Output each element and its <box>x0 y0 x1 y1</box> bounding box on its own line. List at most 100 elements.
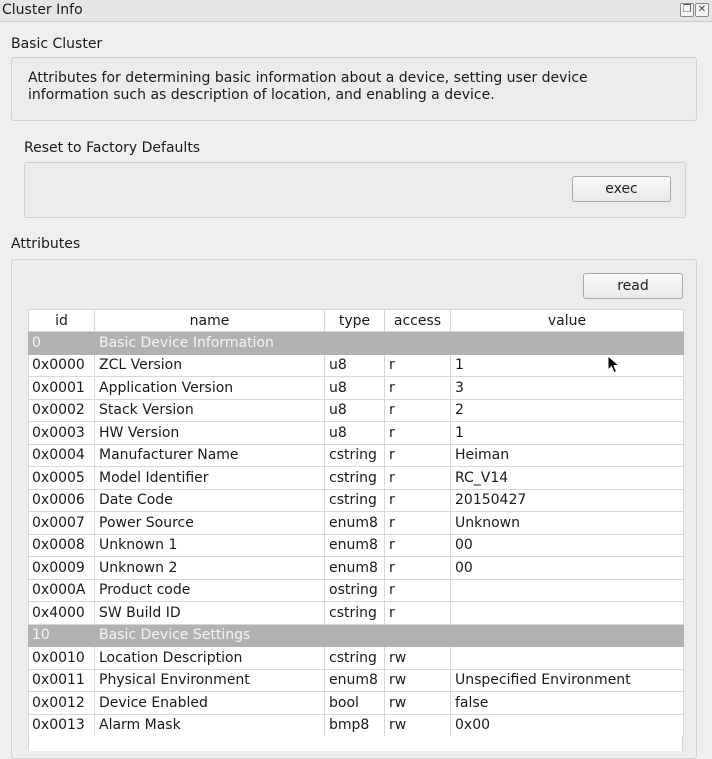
group-row[interactable]: 0 Basic Device Information <box>28 331 684 355</box>
group-row[interactable]: 10 Basic Device Settings <box>28 623 684 647</box>
float-icon[interactable]: ❐ <box>680 3 694 17</box>
attributes-label: Attributes <box>11 236 81 252</box>
table-row[interactable]: 0x0010 Location Description cstring rw <box>28 646 684 670</box>
type-cell: cstring <box>324 466 385 490</box>
table-row[interactable]: 0x0006 Date Code cstring r 20150427 <box>28 488 684 512</box>
name-cell: Stack Version <box>94 398 325 422</box>
type-cell: enum8 <box>324 668 385 692</box>
table-row[interactable]: 0x0004 Manufacturer Name cstring r Heiman <box>28 443 684 467</box>
column-header-access[interactable]: access <box>384 309 451 332</box>
access-cell: r <box>384 376 451 400</box>
access-cell: rw <box>384 713 451 737</box>
id-cell: 0x0005 <box>28 466 95 490</box>
table-row[interactable]: 0x0002 Stack Version u8 r 2 <box>28 398 684 422</box>
id-cell: 0x000A <box>28 578 95 602</box>
name-cell: Power Source <box>94 511 325 535</box>
name-cell: Unknown 2 <box>94 556 325 580</box>
group-id-cell: 10 <box>28 623 95 647</box>
table-header: id name type access value <box>28 309 684 332</box>
name-cell: Device Enabled <box>94 691 325 715</box>
value-cell: 20150427 <box>450 488 684 512</box>
name-cell: Physical Environment <box>94 668 325 692</box>
id-cell: 0x0007 <box>28 511 95 535</box>
close-icon[interactable]: ✕ <box>695 3 709 17</box>
value-cell: 0x00 <box>450 713 684 737</box>
type-cell: cstring <box>324 601 385 625</box>
access-cell: rw <box>384 646 451 670</box>
id-cell: 0x0006 <box>28 488 95 512</box>
id-cell: 0x0000 <box>28 353 95 377</box>
access-cell: r <box>384 533 451 557</box>
type-cell: enum8 <box>324 511 385 535</box>
value-cell: 3 <box>450 376 684 400</box>
value-cell: 2 <box>450 398 684 422</box>
table-row[interactable]: 0x0005 Model Identifier cstring r RC_V14 <box>28 466 684 490</box>
cluster-name: Basic Cluster <box>11 36 103 52</box>
access-cell: r <box>384 556 451 580</box>
name-cell: Location Description <box>94 646 325 670</box>
description-line-2: information such as description of locat… <box>28 87 495 103</box>
type-cell: enum8 <box>324 556 385 580</box>
value-cell: 00 <box>450 556 684 580</box>
id-cell: 0x0012 <box>28 691 95 715</box>
access-cell: r <box>384 466 451 490</box>
access-cell: r <box>384 601 451 625</box>
table-row[interactable]: 0x000A Product code ostring r <box>28 578 684 602</box>
column-header-value[interactable]: value <box>450 309 684 332</box>
type-cell: cstring <box>324 646 385 670</box>
group-name-cell: Basic Device Settings <box>94 623 684 647</box>
name-cell: Product code <box>94 578 325 602</box>
cluster-description: Attributes for determining basic informa… <box>28 70 678 104</box>
name-cell: HW Version <box>94 421 325 445</box>
value-cell: 1 <box>450 421 684 445</box>
id-cell: 0x0002 <box>28 398 95 422</box>
window-title: Cluster Info <box>2 2 83 18</box>
table-row[interactable]: 0x4000 SW Build ID cstring r <box>28 601 684 625</box>
id-cell: 0x0009 <box>28 556 95 580</box>
access-cell: r <box>384 421 451 445</box>
value-cell: Unspecified Environment <box>450 668 684 692</box>
read-button[interactable]: read <box>583 273 683 299</box>
id-cell: 0x0001 <box>28 376 95 400</box>
table-empty-area <box>28 736 683 751</box>
id-cell: 0x0011 <box>28 668 95 692</box>
value-cell <box>450 601 684 625</box>
access-cell: r <box>384 443 451 467</box>
type-cell: u8 <box>324 353 385 377</box>
name-cell: Alarm Mask <box>94 713 325 737</box>
value-cell <box>450 578 684 602</box>
table-row[interactable]: 0x0013 Alarm Mask bmp8 rw 0x00 <box>28 713 684 737</box>
table-row[interactable]: 0x0012 Device Enabled bool rw false <box>28 691 684 715</box>
id-cell: 0x0010 <box>28 646 95 670</box>
value-cell: Heiman <box>450 443 684 467</box>
table-row[interactable]: 0x0001 Application Version u8 r 3 <box>28 376 684 400</box>
type-cell: cstring <box>324 488 385 512</box>
table-row[interactable]: 0x0009 Unknown 2 enum8 r 00 <box>28 556 684 580</box>
table-row[interactable]: 0x0003 HW Version u8 r 1 <box>28 421 684 445</box>
type-cell: u8 <box>324 398 385 422</box>
group-id-cell: 0 <box>28 331 95 355</box>
title-bar: Cluster Info ❐ ✕ <box>0 0 712 22</box>
type-cell: bool <box>324 691 385 715</box>
table-row[interactable]: 0x0008 Unknown 1 enum8 r 00 <box>28 533 684 557</box>
name-cell: SW Build ID <box>94 601 325 625</box>
access-cell: rw <box>384 691 451 715</box>
column-header-type[interactable]: type <box>324 309 385 332</box>
name-cell: Date Code <box>94 488 325 512</box>
value-cell: RC_V14 <box>450 466 684 490</box>
access-cell: rw <box>384 668 451 692</box>
exec-button[interactable]: exec <box>572 176 671 202</box>
name-cell: Application Version <box>94 376 325 400</box>
table-row[interactable]: 0x0007 Power Source enum8 r Unknown <box>28 511 684 535</box>
table-row[interactable]: 0x0000 ZCL Version u8 r 1 <box>28 353 684 377</box>
name-cell: Unknown 1 <box>94 533 325 557</box>
column-header-id[interactable]: id <box>28 309 95 332</box>
value-cell: 1 <box>450 353 684 377</box>
table-row[interactable]: 0x0011 Physical Environment enum8 rw Unspeci… <box>28 668 684 692</box>
id-cell: 0x0003 <box>28 421 95 445</box>
type-cell: bmp8 <box>324 713 385 737</box>
type-cell: u8 <box>324 376 385 400</box>
value-cell: 00 <box>450 533 684 557</box>
id-cell: 0x0004 <box>28 443 95 467</box>
column-header-name[interactable]: name <box>94 309 325 332</box>
